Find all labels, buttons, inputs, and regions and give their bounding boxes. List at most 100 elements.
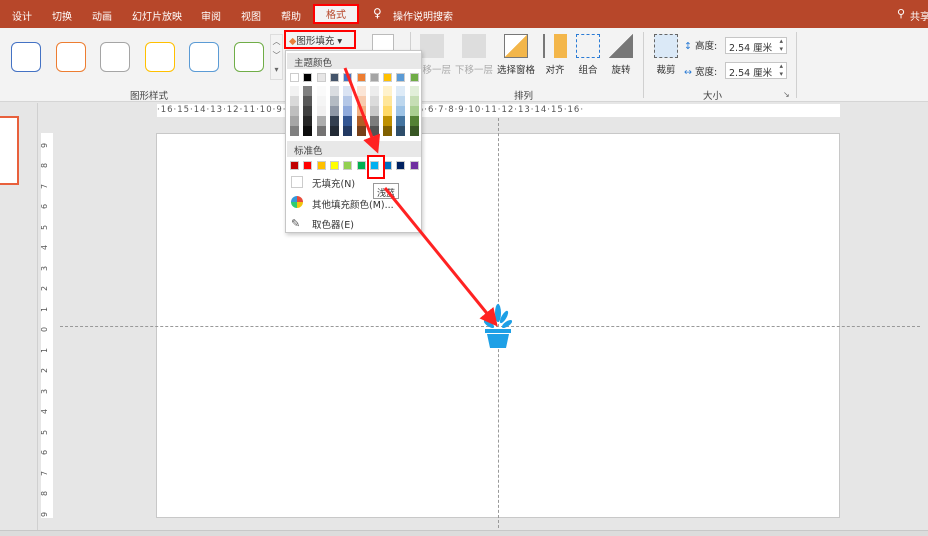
- theme-shade-swatch[interactable]: [369, 126, 379, 136]
- theme-shade-swatch[interactable]: [290, 126, 299, 136]
- theme-shade-swatch[interactable]: [303, 96, 313, 106]
- share-button[interactable]: 共享: [910, 8, 928, 23]
- theme-shade-swatch[interactable]: [409, 106, 419, 116]
- theme-shade-swatch[interactable]: [316, 106, 326, 116]
- width-input[interactable]: 2.54 厘米 ▴ ▾: [725, 62, 787, 79]
- theme-shade-swatch[interactable]: [383, 116, 393, 126]
- theme-shade-swatch[interactable]: [316, 126, 326, 136]
- tab-transitions[interactable]: 切换: [52, 8, 72, 23]
- crop-button[interactable]: 裁剪: [654, 34, 678, 76]
- theme-shade-swatch[interactable]: [290, 86, 299, 96]
- shape-style-option[interactable]: [189, 42, 219, 72]
- standard-color-swatch[interactable]: [290, 161, 299, 170]
- selection-pane-button[interactable]: 选择窗格: [497, 34, 535, 76]
- theme-shade-swatch[interactable]: [356, 86, 366, 96]
- tab-view[interactable]: 视图: [241, 8, 261, 23]
- theme-shade-swatch[interactable]: [409, 116, 419, 126]
- theme-shade-swatch[interactable]: [343, 96, 353, 106]
- rotate-button[interactable]: 旋转: [609, 34, 633, 76]
- send-backward-button[interactable]: 下移一层: [455, 34, 493, 76]
- theme-shade-swatch[interactable]: [303, 116, 313, 126]
- theme-color-swatch[interactable]: [343, 73, 353, 82]
- eyedropper-option[interactable]: 取色器(E): [312, 217, 354, 231]
- theme-shade-swatch[interactable]: [396, 116, 406, 126]
- gallery-scroll[interactable]: ︿ ﹀ ▾: [270, 34, 283, 80]
- theme-color-swatch[interactable]: [396, 73, 406, 82]
- theme-shade-swatch[interactable]: [329, 86, 339, 96]
- theme-color-swatch[interactable]: [316, 73, 326, 82]
- theme-color-swatch[interactable]: [290, 73, 299, 82]
- theme-shade-swatch[interactable]: [396, 106, 406, 116]
- standard-color-swatch[interactable]: [356, 161, 366, 170]
- theme-shade-swatch[interactable]: [343, 126, 353, 136]
- dialog-launcher-icon[interactable]: ↘: [783, 90, 790, 99]
- standard-color-swatch[interactable]: [396, 161, 406, 170]
- theme-shade-swatch[interactable]: [303, 86, 313, 96]
- shape-style-option[interactable]: [233, 42, 264, 72]
- tab-slideshow[interactable]: 幻灯片放映: [132, 8, 182, 23]
- theme-color-swatch[interactable]: [329, 73, 339, 82]
- theme-shade-swatch[interactable]: [343, 106, 353, 116]
- height-spinner[interactable]: ▴ ▾: [779, 37, 783, 53]
- theme-shade-swatch[interactable]: [396, 96, 406, 106]
- theme-shade-swatch[interactable]: [356, 126, 366, 136]
- theme-shade-swatch[interactable]: [290, 116, 299, 126]
- theme-shade-swatch[interactable]: [303, 106, 313, 116]
- tab-review[interactable]: 审阅: [201, 8, 221, 23]
- theme-shade-swatch[interactable]: [369, 106, 379, 116]
- theme-shade-swatch[interactable]: [369, 86, 379, 96]
- theme-shade-swatch[interactable]: [329, 96, 339, 106]
- theme-shade-swatch[interactable]: [329, 126, 339, 136]
- theme-shade-swatch[interactable]: [409, 86, 419, 96]
- align-button[interactable]: 对齐: [543, 34, 567, 76]
- more-fill-colors-option[interactable]: 其他填充颜色(M)...: [312, 197, 394, 211]
- theme-shade-swatch[interactable]: [383, 106, 393, 116]
- theme-color-swatch[interactable]: [303, 73, 313, 82]
- standard-color-swatch[interactable]: [343, 161, 353, 170]
- shape-fill-button[interactable]: ◆图形填充 ▾: [289, 33, 342, 47]
- theme-color-swatch[interactable]: [356, 73, 366, 82]
- theme-shade-swatch[interactable]: [316, 86, 326, 96]
- theme-shade-swatch[interactable]: [369, 96, 379, 106]
- theme-shade-swatch[interactable]: [383, 86, 393, 96]
- theme-shade-swatch[interactable]: [383, 96, 393, 106]
- shape-style-option[interactable]: [55, 42, 86, 72]
- theme-shade-swatch[interactable]: [396, 126, 406, 136]
- tab-design[interactable]: 设计: [12, 8, 32, 23]
- height-input[interactable]: 2.54 厘米 ▴ ▾: [725, 37, 787, 54]
- search-tell-me[interactable]: 操作说明搜索: [393, 8, 453, 23]
- group-button[interactable]: 组合: [576, 34, 600, 76]
- theme-shade-swatch[interactable]: [383, 126, 393, 136]
- width-spinner[interactable]: ▴ ▾: [779, 62, 783, 78]
- theme-shade-swatch[interactable]: [303, 126, 313, 136]
- theme-shade-swatch[interactable]: [329, 116, 339, 126]
- theme-shade-swatch[interactable]: [369, 116, 379, 126]
- theme-color-swatch[interactable]: [383, 73, 393, 82]
- theme-shade-swatch[interactable]: [343, 116, 353, 126]
- shape-style-option[interactable]: [11, 42, 41, 72]
- theme-shade-swatch[interactable]: [356, 116, 366, 126]
- theme-shade-swatch[interactable]: [409, 96, 419, 106]
- slide-thumbnail[interactable]: [0, 116, 19, 185]
- tab-format[interactable]: 格式: [313, 4, 359, 24]
- theme-color-swatch[interactable]: [369, 73, 379, 82]
- shape-style-option[interactable]: [100, 42, 130, 72]
- standard-color-swatch[interactable]: [303, 161, 313, 170]
- standard-color-swatch[interactable]: [409, 161, 419, 170]
- tab-animations[interactable]: 动画: [92, 8, 112, 23]
- theme-shade-swatch[interactable]: [356, 96, 366, 106]
- shape-style-option[interactable]: [144, 42, 175, 72]
- no-fill-option[interactable]: 无填充(N): [312, 176, 355, 190]
- theme-shade-swatch[interactable]: [290, 106, 299, 116]
- plant-icon[interactable]: [484, 303, 512, 349]
- tab-help[interactable]: 帮助: [281, 8, 301, 23]
- theme-shade-swatch[interactable]: [329, 106, 339, 116]
- theme-shade-swatch[interactable]: [316, 96, 326, 106]
- theme-shade-swatch[interactable]: [343, 86, 353, 96]
- theme-color-swatch[interactable]: [409, 73, 419, 82]
- theme-shade-swatch[interactable]: [356, 106, 366, 116]
- theme-shade-swatch[interactable]: [316, 116, 326, 126]
- theme-shade-swatch[interactable]: [409, 126, 419, 136]
- standard-color-swatch[interactable]: [329, 161, 339, 170]
- standard-color-swatch[interactable]: [316, 161, 326, 170]
